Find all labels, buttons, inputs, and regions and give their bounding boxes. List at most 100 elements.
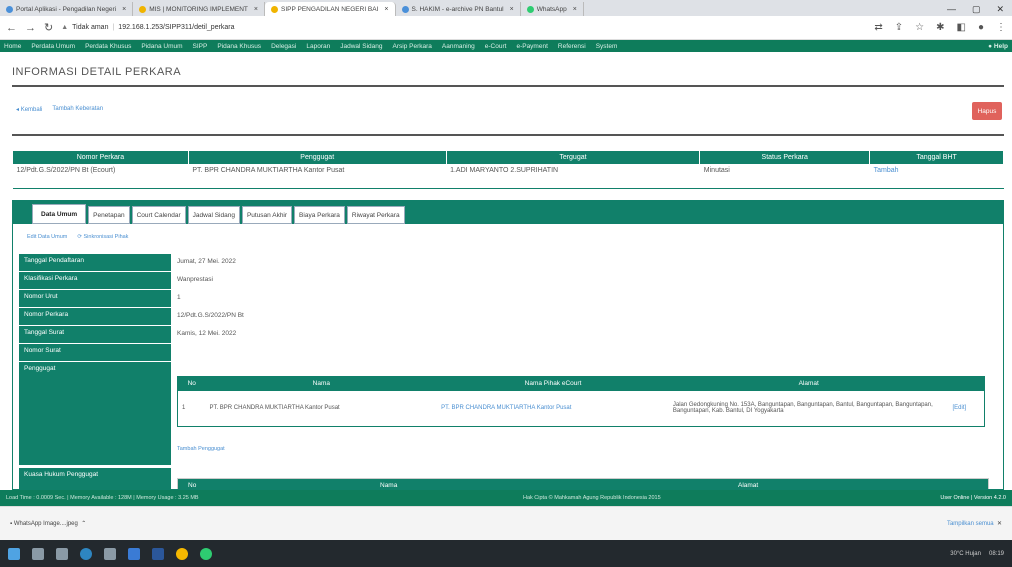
party-ecourt-name[interactable]: PT. BPR CHANDRA MUKTIARTHA Kantor Pusat — [437, 391, 669, 427]
menu-item-epayment[interactable]: e-Payment — [516, 43, 547, 50]
case-summary-table: Nomor Perkara Penggugat Tergugat Status … — [12, 150, 1004, 189]
sync-parties-link[interactable]: ⟳ Sinkronisasi Pihak — [77, 234, 128, 240]
column-header: No — [188, 482, 197, 489]
close-icon[interactable]: × — [384, 6, 388, 13]
column-header: Tergugat — [445, 150, 701, 165]
back-arrow-icon[interactable]: ← — [6, 22, 17, 34]
whatsapp-icon[interactable] — [200, 547, 212, 560]
download-file[interactable]: WhatsApp Image....jpeg — [14, 521, 78, 527]
party-address: Jalan Gedongkuning No. 153A, Banguntapan… — [672, 402, 933, 415]
app-statusbar: Load Time : 0.0009 Sec. | Memory Availab… — [0, 490, 1012, 506]
back-link[interactable]: ◂ Kembali — [16, 106, 42, 113]
detail-value: 12/Pdt.G.S/2022/PN Bt — [177, 312, 244, 319]
column-header: Nomor Perkara — [12, 150, 189, 165]
globe-icon — [401, 5, 409, 13]
edit-party-link[interactable]: [Edit] — [949, 391, 985, 427]
tab-biaya-perkara[interactable]: Biaya Perkara — [294, 206, 345, 224]
app-menubar: Home Perdata Umum Perdata Khusus Pidana … — [0, 40, 1012, 52]
menu-item-sipp[interactable]: SIPP — [193, 43, 208, 50]
clock: 08:19 — [988, 550, 1004, 557]
close-icon[interactable]: ✕ — [994, 520, 1002, 527]
search-icon[interactable] — [32, 547, 44, 560]
system-tray: 30°C Hujan 08:19 — [950, 551, 1004, 557]
file-icon: ▪ — [10, 520, 13, 527]
tab-penetapan[interactable]: Penetapan — [88, 206, 130, 224]
show-all-link[interactable]: Tampilkan semua — [947, 521, 994, 527]
detail-label: Penggugat — [19, 362, 171, 466]
browser-tab[interactable]: Portal Aplikasi - Pengadilan Negeri × — [0, 2, 134, 16]
sidebar-icon[interactable]: ◧ — [957, 22, 966, 33]
url-field[interactable]: ▲ Tidak aman | 192.168.1.253/SIPP311/det… — [61, 24, 234, 31]
detail-label: Tanggal Pendaftaran — [19, 254, 171, 272]
translate-icon[interactable]: ⇄ — [874, 22, 882, 33]
tab-putusan-akhir[interactable]: Putusan Akhir — [241, 206, 293, 224]
menu-item-pidana-khusus[interactable]: Pidana Khusus — [217, 43, 261, 50]
close-icon[interactable]: × — [510, 6, 514, 13]
column-header: Tanggal BHT — [869, 150, 1004, 165]
site-icon — [271, 5, 278, 13]
chrome-icon[interactable] — [176, 547, 188, 560]
menu-item-pidana-umum[interactable]: Pidana Umum — [141, 43, 182, 50]
browser-tab[interactable]: S. HAKIM - e-archive PN Bantul × — [396, 2, 521, 16]
add-info-link[interactable]: Tambah Keberatan — [52, 106, 103, 113]
menu-item-perdata-khusus[interactable]: Perdata Khusus — [85, 43, 131, 50]
profile-icon[interactable]: ● — [978, 22, 984, 33]
menu-item-system[interactable]: System — [596, 43, 618, 50]
detail-value: Jumat, 27 Mei. 2022 — [177, 258, 236, 265]
add-plaintiff-link[interactable]: Tambah Penggugat — [177, 446, 225, 452]
menu-item-arsip-perkara[interactable]: Arsip Perkara — [393, 43, 432, 50]
menu-item-jadwal-sidang[interactable]: Jadwal Sidang — [340, 43, 382, 50]
globe-icon — [6, 5, 13, 13]
reload-icon[interactable]: ↻ — [44, 21, 53, 34]
help-button[interactable]: ● Help — [988, 43, 1008, 50]
browser-tab[interactable]: MIS | MONITORING IMPLEMENT × — [133, 2, 265, 16]
word-icon[interactable] — [152, 547, 164, 560]
extensions-icon[interactable]: ✱ — [936, 22, 944, 33]
menu-item-home[interactable]: Home — [4, 43, 21, 50]
detail-value: Wanprestasi — [177, 276, 213, 283]
task-view-icon[interactable] — [56, 547, 68, 560]
chevron-up-icon[interactable]: ⌃ — [78, 520, 86, 527]
menu-item-perdata-umum[interactable]: Perdata Umum — [31, 43, 75, 50]
minimize-icon[interactable]: — — [947, 4, 956, 14]
tab-riwayat-perkara[interactable]: Riwayat Perkara — [346, 206, 405, 224]
close-icon[interactable]: × — [573, 6, 577, 13]
menu-item-referensi[interactable]: Referensi — [558, 43, 586, 50]
version-info: User Online | Version 4.2.0 — [940, 495, 1006, 501]
share-icon[interactable]: ⇪ — [895, 22, 903, 33]
close-icon[interactable]: × — [254, 6, 258, 13]
browser-tab[interactable]: WhatsApp × — [521, 2, 584, 16]
forward-arrow-icon[interactable]: → — [25, 22, 36, 34]
browser-actions: ⇄ ⇪ ☆ ✱ ◧ ● ⋮ — [874, 22, 1006, 33]
maximize-icon[interactable]: ▢ — [972, 4, 981, 15]
column-header: Nama — [205, 376, 438, 391]
menu-icon[interactable]: ⋮ — [996, 22, 1006, 33]
star-icon[interactable]: ☆ — [915, 22, 924, 33]
panel-actions: Edit Data Umum ⟳ Sinkronisasi Pihak — [27, 234, 128, 240]
store-icon[interactable] — [104, 547, 116, 560]
menu-item-aanmaning[interactable]: Aanmaning — [442, 43, 475, 50]
tab-data-umum[interactable]: Data Umum — [32, 204, 87, 224]
edit-data-link[interactable]: Edit Data Umum — [27, 234, 67, 240]
detail-value: 1 — [177, 294, 181, 301]
plaintiff: PT. BPR CHANDRA MUKTIARTHA Kantor Pusat — [188, 164, 447, 189]
address-bar: ← → ↻ ▲ Tidak aman | 192.168.1.253/SIPP3… — [0, 16, 1012, 40]
table-row: 1 PT. BPR CHANDRA MUKTIARTHA Kantor Pusa… — [178, 391, 985, 427]
windows-start-icon[interactable] — [8, 547, 20, 560]
menu-item-ecourt[interactable]: e-Court — [485, 43, 507, 50]
delete-button[interactable]: Hapus — [972, 102, 1002, 120]
edge-icon[interactable] — [80, 547, 92, 560]
copyright: Hak Cipta © Mahkamah Agung Republik Indo… — [523, 495, 661, 501]
bht-add-link[interactable]: Tambah — [869, 164, 1004, 189]
weather-status: 30°C Hujan — [950, 550, 981, 557]
close-icon[interactable]: ✕ — [996, 4, 1004, 15]
browser-tab-active[interactable]: SIPP PENGADILAN NEGERI BAI × — [265, 2, 396, 16]
tab-jadwal-sidang[interactable]: Jadwal Sidang — [187, 206, 240, 224]
column-header: Status Perkara — [699, 150, 871, 165]
mail-icon[interactable] — [128, 547, 140, 560]
menu-item-laporan[interactable]: Laporan — [306, 43, 330, 50]
menu-item-delegasi[interactable]: Delegasi — [271, 43, 296, 50]
close-icon[interactable]: × — [122, 6, 126, 13]
whatsapp-icon — [526, 5, 534, 13]
tab-court-calendar[interactable]: Court Calendar — [131, 206, 186, 224]
